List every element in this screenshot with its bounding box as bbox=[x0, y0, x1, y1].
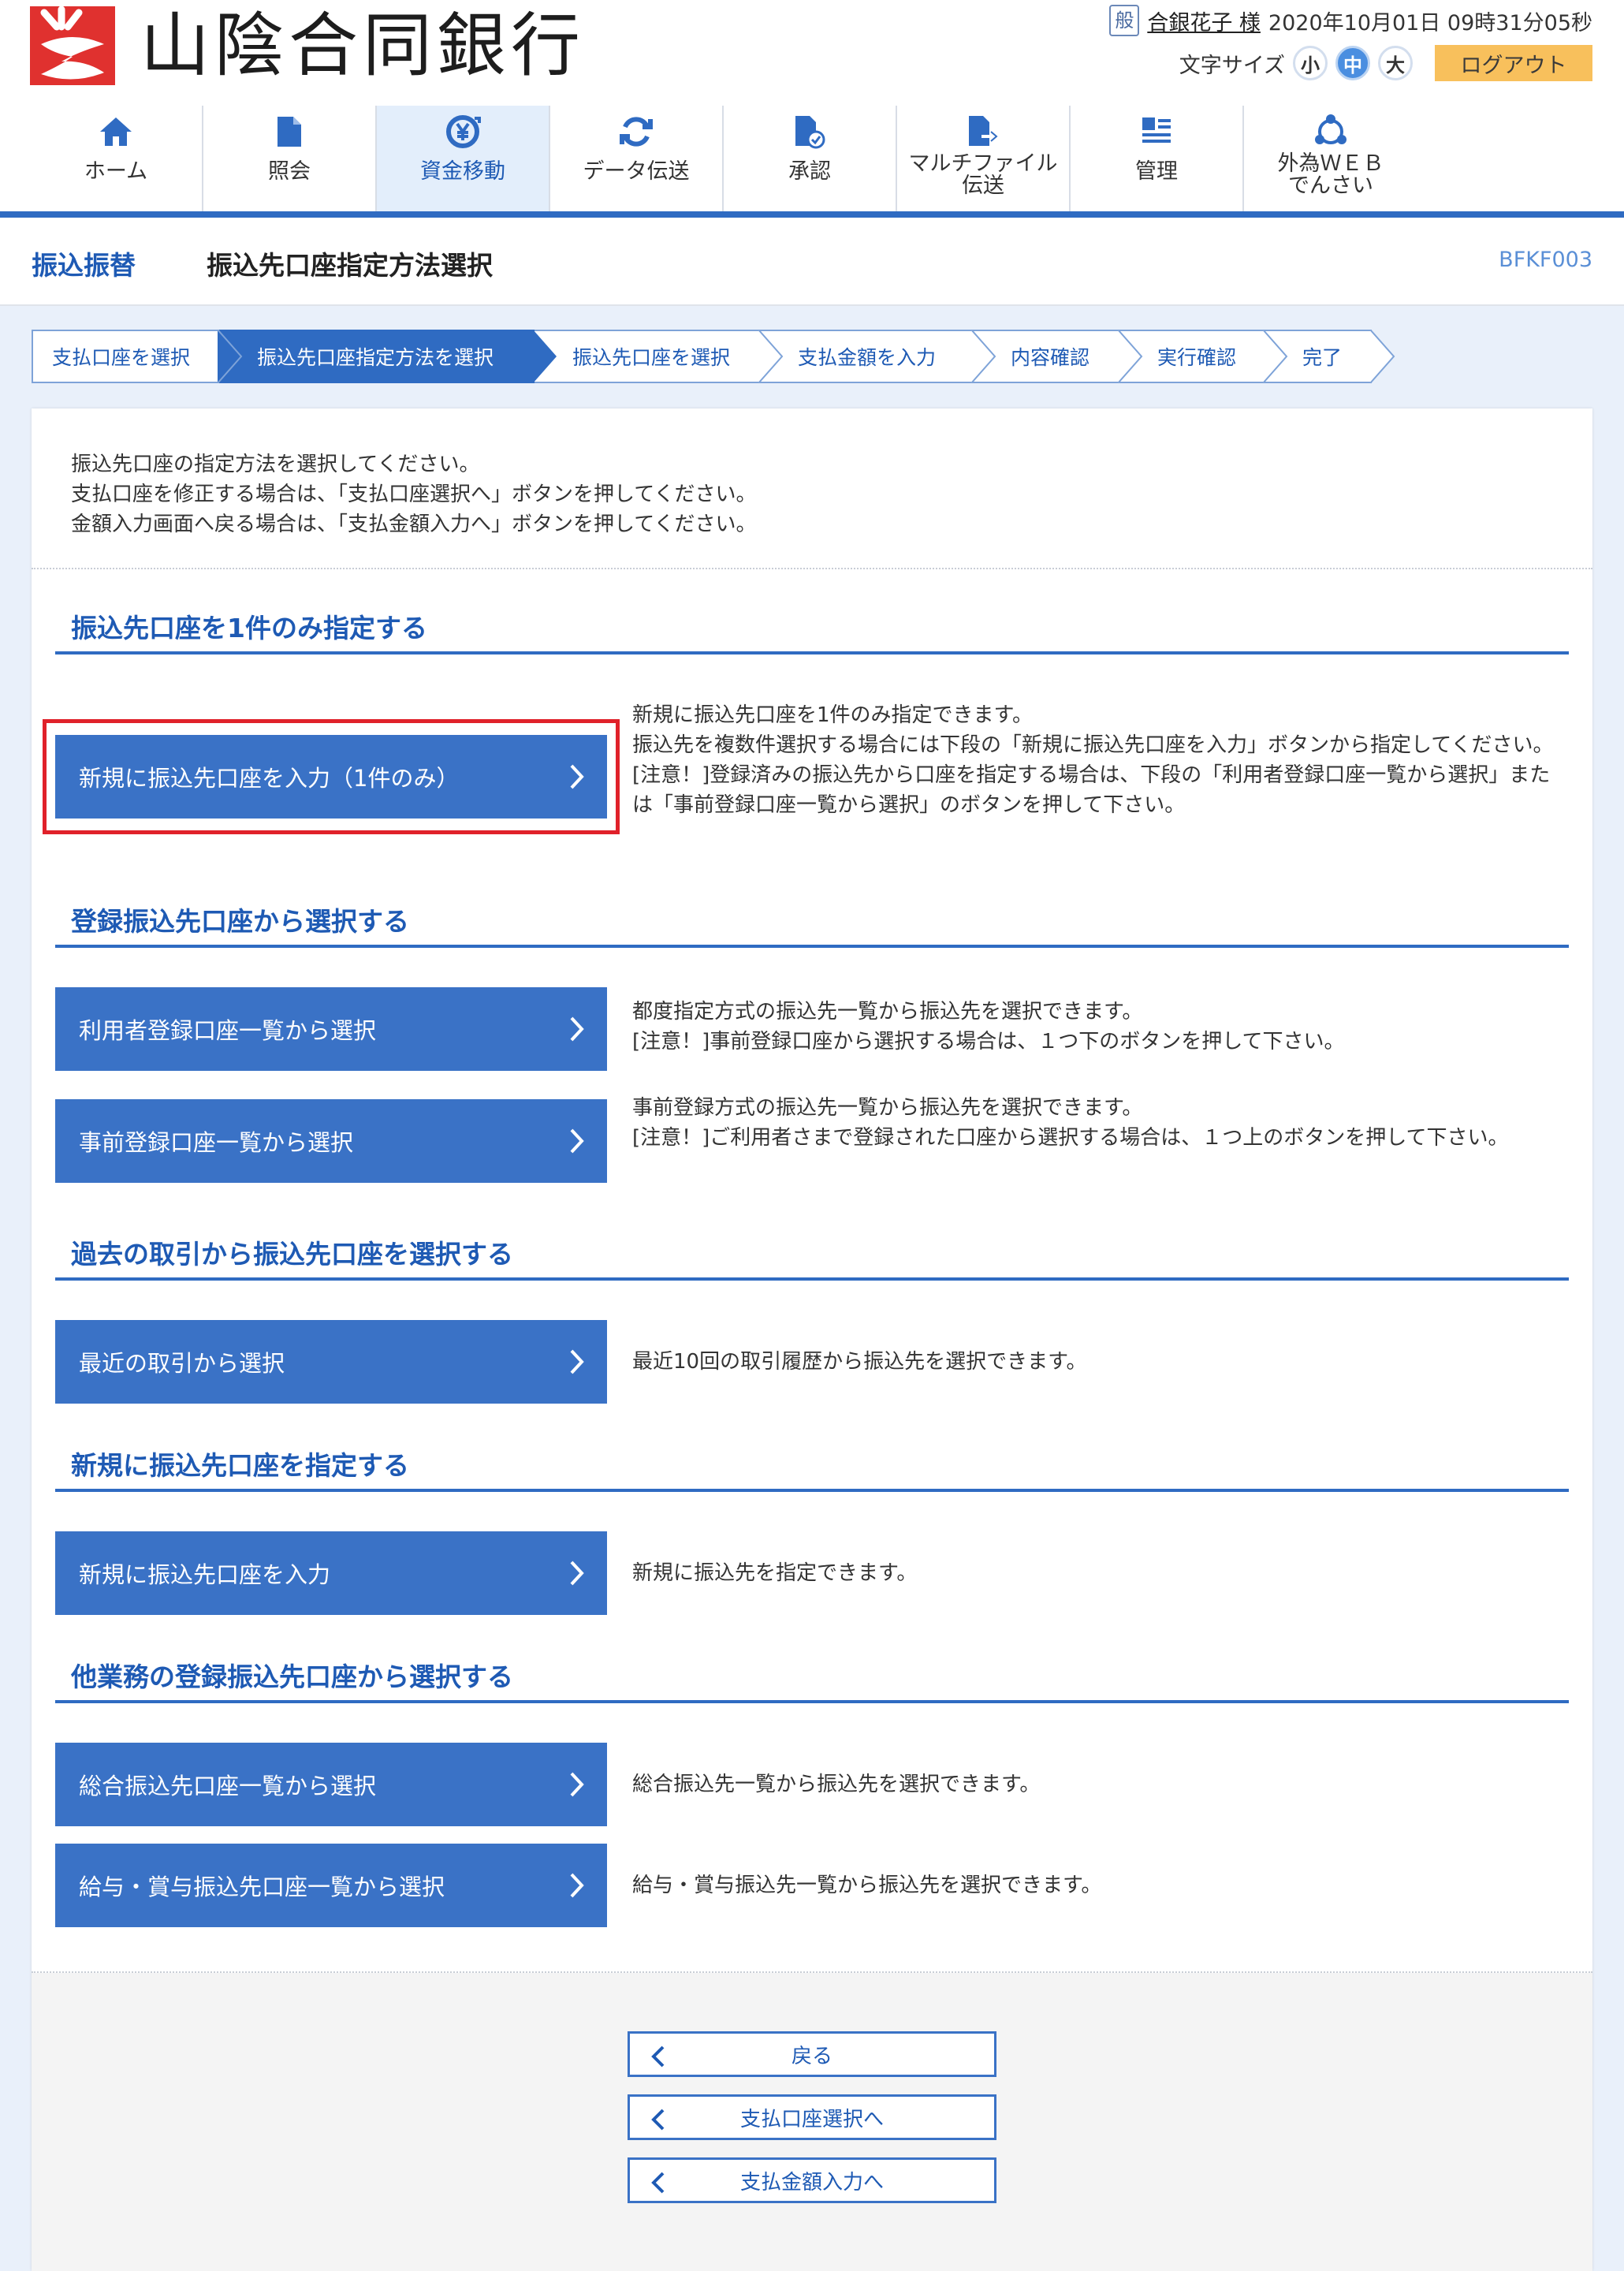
nav-item-approval[interactable]: 承認 bbox=[724, 106, 897, 211]
screen-code: BFKF003 bbox=[1499, 248, 1592, 272]
instructions: 振込先口座の指定方法を選択してください。 支払口座を修正する場合は、「支払口座選… bbox=[71, 453, 757, 536]
recent-transactions-button[interactable]: 最近の取引から選択 bbox=[55, 1320, 607, 1404]
chevron-right-icon bbox=[570, 1561, 584, 1586]
chevron-right-icon bbox=[570, 1772, 584, 1797]
bank-logo-icon bbox=[30, 6, 115, 85]
login-datetime: 2020年10月01日 09時31分05秒 bbox=[1268, 10, 1592, 35]
to-payment-amount-button[interactable]: 支払金額入力へ bbox=[628, 2157, 996, 2203]
chevron-left-icon bbox=[651, 2109, 665, 2131]
section-heading: 振込先口座を1件のみ指定する bbox=[55, 604, 1569, 654]
option-description: 給与・賞与振込先一覧から振込先を選択できます。 bbox=[632, 1874, 1102, 1897]
general-transfer-accounts-button[interactable]: 総合振込先口座一覧から選択 bbox=[55, 1743, 607, 1826]
content-panel: 振込先口座の指定方法を選択してください。 支払口座を修正する場合は、「支払口座選… bbox=[32, 408, 1592, 2271]
section-heading: 新規に振込先口座を指定する bbox=[55, 1441, 1569, 1492]
management-icon bbox=[1137, 112, 1176, 151]
new-account-entry-button[interactable]: 新規に振込先口座を入力 bbox=[55, 1531, 607, 1615]
progress-steps: 支払口座を選択 振込先口座指定方法を選択 振込先口座を選択 支払金額を入力 内容… bbox=[32, 330, 1395, 383]
sync-icon bbox=[616, 112, 656, 151]
logout-button[interactable]: ログアウト bbox=[1435, 45, 1592, 81]
user-name-link[interactable]: 合銀花子 様 bbox=[1147, 6, 1261, 36]
salary-bonus-accounts-button[interactable]: 給与・賞与振込先口座一覧から選択 bbox=[55, 1844, 607, 1927]
user-info: 般 合銀花子 様 2020年10月01日 09時31分05秒 bbox=[1109, 3, 1592, 38]
chevron-left-icon bbox=[651, 2172, 665, 2194]
page-category: 振込振替 bbox=[32, 250, 136, 281]
nav-label: 管理 bbox=[1135, 159, 1178, 184]
nav-item-foreign-exchange[interactable]: 外為ＷＥＢ でんさい bbox=[1244, 106, 1417, 211]
nav-item-home[interactable]: ホーム bbox=[30, 106, 203, 211]
option-description: 新規に振込先を指定できます。 bbox=[632, 1561, 918, 1585]
page-title-bar: 振込振替 振込先口座指定方法選択 BFKF003 bbox=[0, 218, 1624, 306]
user-type-badge: 般 bbox=[1109, 5, 1140, 36]
nav-item-multi-file[interactable]: マルチファイル 伝送 bbox=[897, 106, 1071, 211]
file-transfer-icon bbox=[963, 112, 1003, 151]
font-size-label: 文字サイズ bbox=[1179, 53, 1285, 78]
chevron-left-icon bbox=[651, 2045, 665, 2068]
option-description: 事前登録方式の振込先一覧から振込先を選択できます。 [注意！]ご利用者さまで登録… bbox=[632, 1096, 1509, 1150]
nav-divider bbox=[0, 211, 1624, 218]
nav-label: マルチファイル 伝送 bbox=[908, 151, 1058, 198]
step-item-current: 振込先口座指定方法を選択 bbox=[219, 330, 557, 383]
foreign-exchange-icon bbox=[1311, 112, 1350, 151]
yen-transfer-icon bbox=[443, 112, 482, 151]
to-payment-account-button[interactable]: 支払口座選択へ bbox=[628, 2094, 996, 2140]
section-heading: 登録振込先口座から選択する bbox=[55, 897, 1569, 948]
nav-label: データ伝送 bbox=[583, 159, 690, 184]
option-description: 最近10回の取引履歴から振込先を選択できます。 bbox=[632, 1350, 1087, 1374]
nav-label: 資金移動 bbox=[420, 159, 505, 184]
chevron-right-icon bbox=[570, 1128, 584, 1154]
section-heading: 他業務の登録振込先口座から選択する bbox=[55, 1653, 1569, 1703]
nav-item-management[interactable]: 管理 bbox=[1071, 106, 1244, 211]
chevron-right-icon bbox=[570, 1016, 584, 1042]
nav-item-inquiry[interactable]: 照会 bbox=[203, 106, 377, 211]
global-nav: ホーム 照会 資金移動 データ伝送 承認 マルチファイル 伝送 管理 外為ＷＥＢ… bbox=[30, 106, 1417, 211]
option-description: 総合振込先一覧から振込先を選択できます。 bbox=[632, 1773, 1041, 1796]
divider bbox=[32, 568, 1592, 569]
step-item: 支払口座を選択 bbox=[32, 330, 243, 383]
new-single-account-button[interactable]: 新規に振込先口座を入力（1件のみ） bbox=[55, 735, 607, 819]
chevron-right-icon bbox=[570, 1349, 584, 1374]
header: 山陰合同銀行 般 合銀花子 様 2020年10月01日 09時31分05秒 文字… bbox=[0, 0, 1624, 103]
page-title: 振込先口座指定方法選択 bbox=[207, 250, 493, 281]
option-description: 新規に振込先口座を1件のみ指定できます。 振込先を複数件選択する場合には下段の「… bbox=[632, 703, 1554, 817]
approval-icon bbox=[790, 112, 829, 151]
font-size-large-button[interactable]: 大 bbox=[1378, 46, 1413, 80]
nav-label: 照会 bbox=[268, 159, 311, 184]
chevron-right-icon bbox=[570, 764, 584, 789]
nav-label: 外為ＷＥＢ でんさい bbox=[1277, 151, 1384, 198]
back-button[interactable]: 戻る bbox=[628, 2031, 996, 2077]
nav-label: ホーム bbox=[84, 159, 148, 184]
bank-name: 山陰合同銀行 bbox=[140, 5, 586, 86]
nav-label: 承認 bbox=[788, 159, 831, 184]
document-icon bbox=[270, 112, 309, 151]
nav-item-fund-transfer[interactable]: 資金移動 bbox=[377, 106, 550, 211]
option-description: 都度指定方式の振込先一覧から振込先を選択できます。 [注意！]事前登録口座から選… bbox=[632, 1000, 1345, 1053]
pre-registered-accounts-button[interactable]: 事前登録口座一覧から選択 bbox=[55, 1099, 607, 1183]
font-size-switcher: 文字サイズ 小 中 大 ログアウト bbox=[1179, 41, 1592, 85]
user-registered-accounts-button[interactable]: 利用者登録口座一覧から選択 bbox=[55, 987, 607, 1071]
home-icon bbox=[96, 112, 136, 151]
font-size-small-button[interactable]: 小 bbox=[1293, 46, 1328, 80]
nav-item-data-transmission[interactable]: データ伝送 bbox=[550, 106, 724, 211]
font-size-medium-button[interactable]: 中 bbox=[1335, 46, 1370, 80]
step-item: 支払金額を入力 bbox=[760, 330, 996, 383]
section-heading: 過去の取引から振込先口座を選択する bbox=[55, 1230, 1569, 1281]
chevron-right-icon bbox=[570, 1873, 584, 1898]
step-item: 振込先口座を選択 bbox=[535, 330, 784, 383]
